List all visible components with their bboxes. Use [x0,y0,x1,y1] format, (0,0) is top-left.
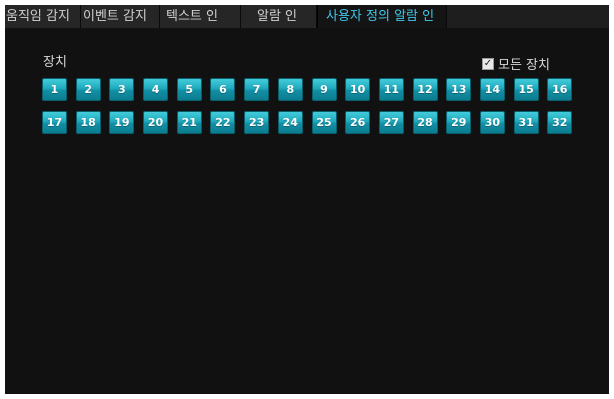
device-button-24[interactable]: 24 [277,111,303,134]
device-button-30[interactable]: 30 [479,111,505,134]
tab-text-in[interactable]: 텍스트 인 [160,5,241,28]
device-button-22[interactable]: 22 [210,111,236,134]
device-button-27[interactable]: 27 [378,111,404,134]
device-button-8[interactable]: 8 [277,78,303,101]
device-button-23[interactable]: 23 [244,111,270,134]
device-button-2[interactable]: 2 [75,78,101,101]
device-button-4[interactable]: 4 [143,78,169,101]
device-button-12[interactable]: 12 [412,78,438,101]
device-button-21[interactable]: 21 [176,111,202,134]
tab-motion-detection[interactable]: 움직임 감지 [5,5,81,28]
device-button-14[interactable]: 14 [479,78,505,101]
device-button-31[interactable]: 31 [513,111,539,134]
device-button-16[interactable]: 16 [547,78,573,101]
device-button-6[interactable]: 6 [210,78,236,101]
alarm-settings-panel: 움직임 감지 이벤트 감지 텍스트 인 알람 인 사용자 정의 알람 인 장치 … [5,5,609,394]
device-button-10[interactable]: 10 [345,78,371,101]
device-group-label: 장치 [43,55,67,70]
device-button-18[interactable]: 18 [75,111,101,134]
device-button-7[interactable]: 7 [244,78,270,101]
tab-custom-alarm-in[interactable]: 사용자 정의 알람 인 [317,5,447,28]
device-button-11[interactable]: 11 [378,78,404,101]
device-button-9[interactable]: 9 [311,78,337,101]
device-button-19[interactable]: 19 [109,111,135,134]
device-button-25[interactable]: 25 [311,111,337,134]
tab-bar: 움직임 감지 이벤트 감지 텍스트 인 알람 인 사용자 정의 알람 인 [5,5,609,28]
device-button-20[interactable]: 20 [143,111,169,134]
device-button-5[interactable]: 5 [176,78,202,101]
device-button-3[interactable]: 3 [109,78,135,101]
tab-event-detection[interactable]: 이벤트 감지 [81,5,160,28]
device-button-32[interactable]: 32 [547,111,573,134]
tab-alarm-in[interactable]: 알람 인 [241,5,317,28]
device-button-13[interactable]: 13 [446,78,472,101]
device-button-1[interactable]: 1 [42,78,67,101]
device-button-17[interactable]: 17 [42,111,67,134]
device-button-28[interactable]: 28 [412,111,438,134]
device-button-29[interactable]: 29 [446,111,472,134]
all-devices-toggle[interactable]: ✓ 모든 장치 [482,54,550,73]
all-devices-checkbox[interactable]: ✓ [482,57,494,70]
all-devices-label: 모든 장치 [498,58,550,73]
device-button-grid: 1 2 3 4 5 6 7 8 9 10 11 12 13 14 15 16 17 18 19 20 21 22 23 24 2… [42,78,573,134]
device-button-26[interactable]: 26 [345,111,371,134]
device-button-15[interactable]: 15 [513,78,539,101]
